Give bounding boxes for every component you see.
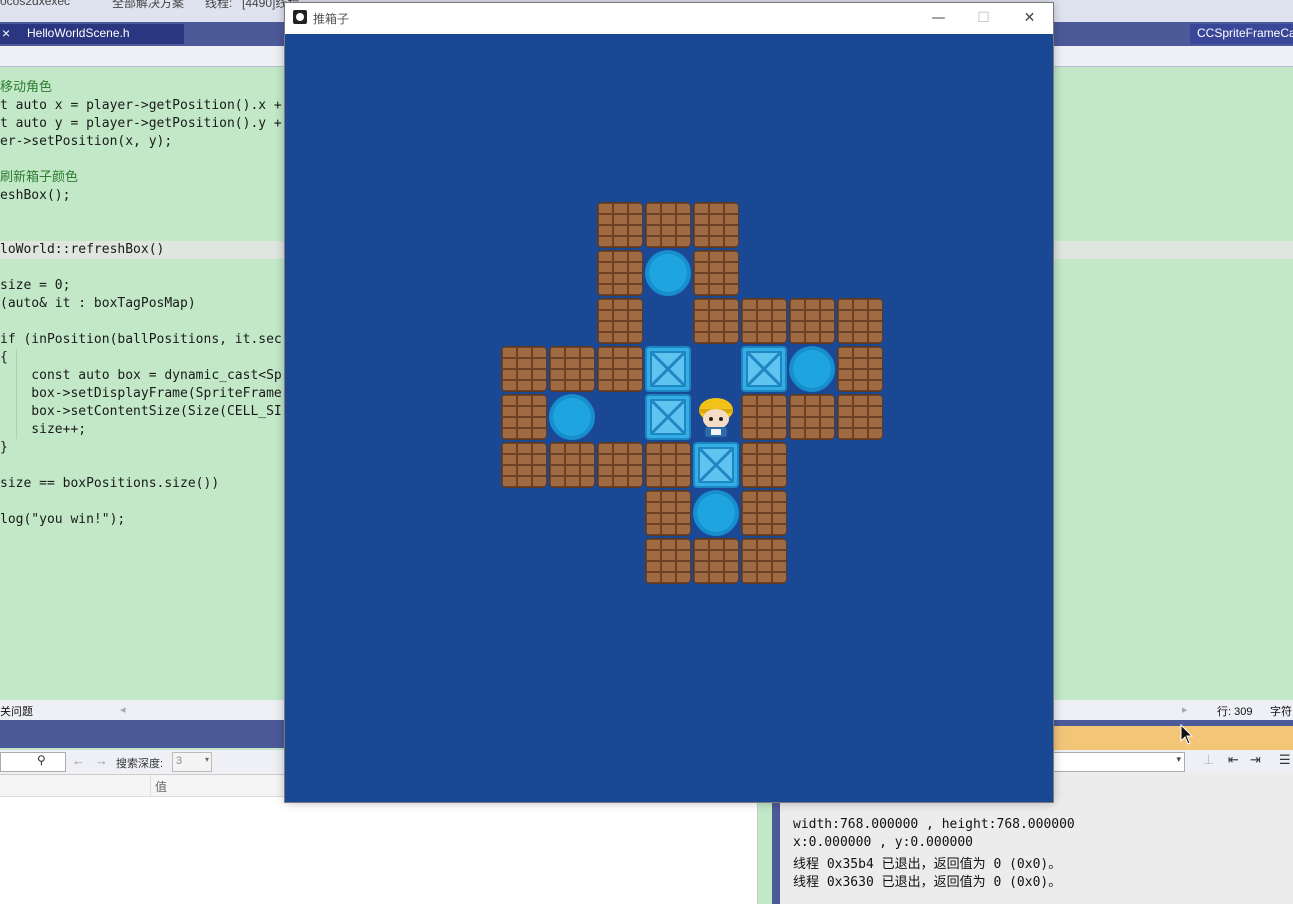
output-source-select[interactable]: ▾ xyxy=(1053,752,1185,772)
search-input[interactable] xyxy=(0,752,66,772)
wall-tile xyxy=(693,298,739,344)
tab-helloworldscene-h[interactable]: × HelloWorldScene.h xyxy=(0,24,184,44)
wall-tile xyxy=(501,346,547,392)
prev-message-icon[interactable]: ⇤ xyxy=(1228,753,1239,768)
line-number: 行: 309 xyxy=(1217,706,1253,718)
wall-tile xyxy=(549,346,595,392)
wall-tile xyxy=(789,394,835,440)
mouse-cursor-icon xyxy=(1180,724,1194,745)
wall-tile xyxy=(837,394,883,440)
tab-ccspriteframecache[interactable]: CCSpriteFrameCa xyxy=(1190,24,1293,44)
wall-tile xyxy=(597,250,643,296)
wall-tile xyxy=(501,394,547,440)
chevron-down-icon: ▾ xyxy=(204,755,209,764)
scroll-left-icon[interactable]: ◂ xyxy=(120,703,126,716)
crate-box xyxy=(645,394,691,440)
wall-tile xyxy=(693,202,739,248)
problems-status[interactable]: 关问题 xyxy=(0,703,33,719)
code-line: (auto& it : boxTagPosMap) xyxy=(0,296,196,311)
wall-tile xyxy=(741,490,787,536)
game-board xyxy=(285,3,1053,802)
code-line: if (inPosition(ballPositions, it.sec xyxy=(0,332,282,347)
wall-tile xyxy=(597,442,643,488)
next-message-icon[interactable]: ⇥ xyxy=(1250,753,1261,768)
wall-tile xyxy=(837,346,883,392)
wall-tile xyxy=(837,298,883,344)
wall-tile xyxy=(597,202,643,248)
target-ball xyxy=(789,346,835,392)
output-line: 线程 0x3630 已退出，返回值为 0 (0x0)。 xyxy=(793,875,1062,890)
tab-label: HelloWorldScene.h xyxy=(27,26,130,40)
wall-tile xyxy=(741,538,787,584)
wall-tile xyxy=(597,346,643,392)
find-icon[interactable]: ⊥ xyxy=(1203,753,1214,768)
ide-top-fragment-2: 线程: xyxy=(205,0,233,10)
search-depth-select[interactable]: 3 ▾ xyxy=(172,752,212,772)
wall-tile xyxy=(741,298,787,344)
code-line: box->setContentSize(Size(CELL_SI xyxy=(0,404,282,419)
scroll-right-icon[interactable]: ▸ xyxy=(1182,703,1188,716)
ide-top-fragment-1[interactable]: 全部解决方案 xyxy=(112,0,184,11)
code-line: size == boxPositions.size()) xyxy=(0,476,220,491)
search-icon[interactable]: ⚲ xyxy=(37,753,46,767)
wall-tile xyxy=(789,298,835,344)
output-line: x:0.000000 , y:0.000000 xyxy=(793,835,974,850)
search-depth-label: 搜索深度: xyxy=(116,758,164,770)
code-line: eshBox(); xyxy=(0,188,71,203)
code-line: 移动角色 xyxy=(0,80,53,95)
wall-tile xyxy=(645,202,691,248)
search-depth-value: 3 xyxy=(176,755,183,767)
code-line: box->setDisplayFrame(SpriteFrame xyxy=(0,386,282,401)
target-ball xyxy=(549,394,595,440)
code-line: t auto y = player->getPosition().y + xyxy=(0,116,282,131)
code-line: size = 0; xyxy=(0,278,71,293)
wall-tile xyxy=(597,298,643,344)
output-line: 线程 0x35b4 已退出，返回值为 0 (0x0)。 xyxy=(793,857,1062,872)
wall-tile xyxy=(501,442,547,488)
wall-tile xyxy=(741,442,787,488)
chevron-down-icon: ▾ xyxy=(1176,755,1181,765)
wall-tile xyxy=(645,490,691,536)
clear-all-icon[interactable]: ☰ xyxy=(1279,753,1291,768)
code-line: } xyxy=(0,440,8,455)
target-ball xyxy=(693,490,739,536)
char-number: 字符 xyxy=(1270,706,1292,718)
ide-top-fragment-0: ocos2dxexec xyxy=(0,0,71,8)
code-line: size++; xyxy=(0,422,87,437)
wall-tile xyxy=(693,250,739,296)
tab-label: CCSpriteFrameCa xyxy=(1197,26,1293,40)
code-line: log("you win!"); xyxy=(0,512,126,527)
wall-tile xyxy=(645,538,691,584)
indent-guide xyxy=(16,349,17,439)
game-window[interactable]: 推箱子 — ☐ ✕ xyxy=(285,3,1053,802)
wall-tile xyxy=(741,394,787,440)
code-line: t auto x = player->getPosition().x + xyxy=(0,98,282,113)
crate-box xyxy=(693,442,739,488)
code-line: 刷新箱子颜色 xyxy=(0,170,79,185)
wall-tile xyxy=(645,442,691,488)
output-panel-edge xyxy=(772,800,780,904)
player-character xyxy=(699,398,733,437)
close-tab-icon[interactable]: × xyxy=(2,25,16,41)
code-editor[interactable]: 移动角色 t auto x = player->getPosition().x +… xyxy=(0,68,1293,700)
target-ball xyxy=(645,250,691,296)
column-divider[interactable] xyxy=(150,775,151,796)
output-panel-title-bar xyxy=(1053,726,1293,750)
crate-box xyxy=(741,346,787,392)
code-line: er->setPosition(x, y); xyxy=(0,134,173,149)
back-arrow-icon[interactable]: ← xyxy=(72,753,85,768)
forward-arrow-icon[interactable]: → xyxy=(95,753,108,768)
crate-box xyxy=(645,346,691,392)
output-line: width:768.000000 , height:768.000000 xyxy=(793,817,1075,832)
code-line: { xyxy=(0,350,8,365)
wall-tile xyxy=(693,538,739,584)
code-line: const auto box = dynamic_cast<Sp xyxy=(0,368,282,383)
output-toolbar: ▾ ⊥ ⇤ ⇥ ☰ xyxy=(1053,750,1293,774)
wall-tile xyxy=(549,442,595,488)
value-column-header[interactable]: 值 xyxy=(155,778,167,795)
